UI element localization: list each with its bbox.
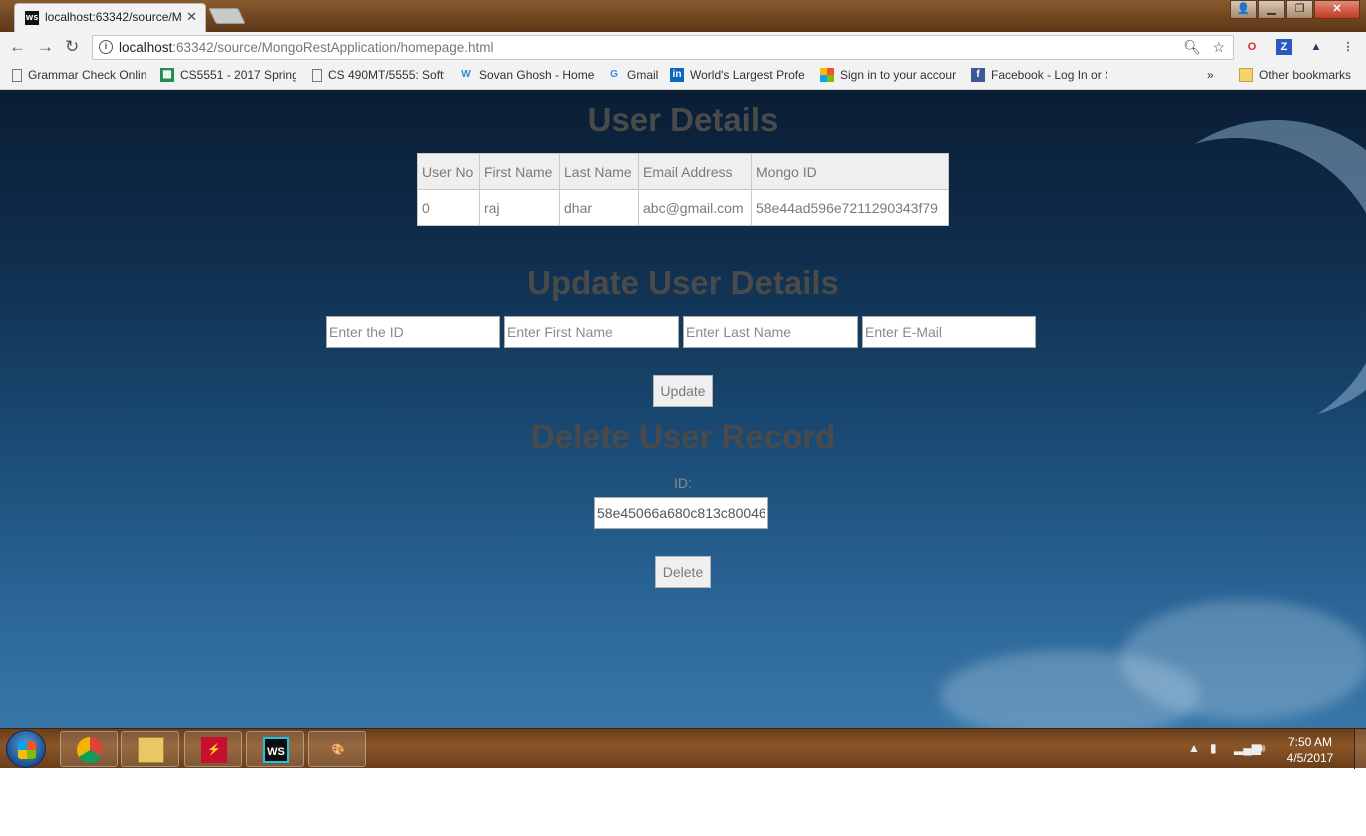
bookmark-grammar-check[interactable]: Grammar Check Onlin: [12, 68, 146, 82]
show-desktop-button[interactable]: [1354, 729, 1366, 769]
address-bar[interactable]: i localhost:63342/source/MongoRestApplic…: [92, 35, 1234, 60]
clock-time: 7:50 AM: [1287, 735, 1333, 749]
forward-arrow-icon[interactable]: →: [37, 37, 54, 57]
bookmark-star-icon[interactable]: ☆: [1212, 39, 1225, 56]
power-icon[interactable]: ▮: [1210, 741, 1217, 755]
update-email-input[interactable]: [862, 316, 1036, 348]
taskbar-webstorm[interactable]: WS: [246, 731, 304, 767]
pdf-app-icon: ⚡: [201, 737, 227, 763]
column-header: Last Name: [559, 153, 639, 190]
bookmark-cs490mt[interactable]: CS 490MT/5555: Softw: [312, 68, 444, 82]
start-button[interactable]: [6, 730, 46, 768]
info-icon[interactable]: i: [99, 40, 113, 54]
google-icon: G: [610, 69, 618, 80]
page-icon: [312, 68, 322, 82]
maximize-button[interactable]: ❐: [1286, 0, 1313, 19]
taskbar-chrome[interactable]: [60, 731, 118, 767]
update-first-name-input[interactable]: [504, 316, 679, 348]
bookmark-microsoft-signin[interactable]: Sign in to your accour: [820, 68, 956, 82]
delete-button[interactable]: Delete: [655, 556, 711, 588]
browser-chrome: WS localhost:63342/source/M ✕ 👤 ▁ ❐ ✕ ← …: [0, 0, 1366, 90]
taskbar-paint[interactable]: 🎨: [308, 731, 366, 767]
windows-logo-icon: [18, 741, 36, 759]
bookmarks-overflow-button[interactable]: »: [1207, 68, 1214, 82]
table-header-row: User No First Name Last Name Email Addre…: [417, 153, 949, 190]
menu-icon[interactable]: ⋮: [1340, 39, 1356, 55]
user-profile-icon[interactable]: 👤: [1230, 0, 1257, 19]
close-window-button[interactable]: ✕: [1314, 0, 1360, 19]
page-viewport: User Details User No First Name Last Nam…: [0, 90, 1366, 728]
update-id-input[interactable]: [326, 316, 500, 348]
bookmark-cs5551[interactable]: ▦ CS5551 - 2017 Spring: [160, 68, 296, 82]
zoom-search-icon[interactable]: 🔍︎: [1183, 39, 1201, 56]
bookmark-sovan-ghosh[interactable]: W Sovan Ghosh - Home: [459, 68, 597, 82]
window-controls: 👤 ▁ ❐ ✕: [1229, 0, 1360, 19]
z-extension-icon[interactable]: Z: [1276, 39, 1292, 55]
bookmark-linkedin[interactable]: in World's Largest Profe: [670, 68, 804, 82]
table-cell: abc@gmail.com: [638, 189, 752, 226]
show-hidden-icons-icon[interactable]: ▲: [1188, 741, 1200, 755]
opera-extension-icon[interactable]: O: [1244, 39, 1260, 55]
webstorm-favicon-icon: WS: [25, 11, 39, 25]
sheets-icon: ▦: [160, 68, 174, 82]
facebook-icon: f: [971, 68, 985, 82]
column-header: User No: [417, 153, 480, 190]
volume-icon[interactable]: 🔊︎: [1258, 741, 1266, 756]
folder-icon: [1239, 68, 1253, 82]
table-cell: 58e44ad596e7211290343f79: [751, 189, 949, 226]
column-header: First Name: [479, 153, 560, 190]
paint-icon: 🎨: [331, 744, 345, 756]
reload-icon[interactable]: ↻: [65, 37, 79, 57]
update-user-heading: Update User Details: [527, 264, 839, 301]
update-button[interactable]: Update: [653, 375, 713, 407]
chrome-icon: [77, 737, 103, 763]
users-table: User No First Name Last Name Email Addre…: [417, 153, 949, 226]
cloud-background: [1120, 600, 1366, 720]
network-icon[interactable]: ▂▄▆: [1234, 741, 1261, 755]
system-clock[interactable]: 7:50 AM 4/5/2017: [1280, 734, 1340, 766]
bookmarks-bar: Grammar Check Onlin ▦ CS5551 - 2017 Spri…: [0, 62, 1366, 90]
new-tab-button[interactable]: [208, 8, 246, 24]
page-icon: [12, 68, 22, 82]
weebly-icon: W: [461, 69, 471, 80]
table-cell: raj: [479, 189, 560, 226]
other-bookmarks[interactable]: Other bookmarks: [1239, 68, 1351, 82]
extension-icon[interactable]: ▲: [1308, 39, 1324, 55]
minimize-button[interactable]: ▁: [1258, 0, 1285, 19]
bookmark-facebook[interactable]: f Facebook - Log In or S: [971, 68, 1107, 82]
column-header: Mongo ID: [751, 153, 949, 190]
tab-strip: WS localhost:63342/source/M ✕ 👤 ▁ ❐ ✕: [0, 0, 1366, 32]
back-arrow-icon[interactable]: ←: [9, 37, 26, 57]
tab-title: localhost:63342/source/M: [45, 10, 182, 24]
close-tab-icon[interactable]: ✕: [186, 9, 197, 25]
url-text: localhost:63342/source/MongoRestApplicat…: [119, 40, 494, 55]
clock-date: 4/5/2017: [1286, 751, 1334, 765]
file-explorer-icon: [138, 737, 164, 763]
delete-id-label: ID:: [674, 475, 692, 491]
column-header: Email Address: [638, 153, 752, 190]
delete-user-heading: Delete User Record: [530, 418, 836, 455]
taskbar: ⚡ WS 🎨 ▲ ▮ ▂▄▆ 🔊︎ 7:50 AM 4/5/2017: [0, 728, 1366, 769]
user-details-heading: User Details: [587, 101, 779, 138]
webstorm-icon: WS: [263, 737, 289, 763]
linkedin-icon: in: [670, 68, 684, 82]
taskbar-pdf-app[interactable]: ⚡: [184, 731, 242, 767]
browser-toolbar: ← → ↻ i localhost:63342/source/MongoRest…: [0, 32, 1366, 62]
microsoft-icon: [820, 68, 834, 82]
table-cell: dhar: [559, 189, 639, 226]
table-row: 0 raj dhar abc@gmail.com 58e44ad596e7211…: [417, 189, 949, 226]
update-last-name-input[interactable]: [683, 316, 858, 348]
browser-tab[interactable]: WS localhost:63342/source/M ✕: [14, 3, 206, 32]
table-cell: 0: [417, 189, 480, 226]
taskbar-file-explorer[interactable]: [121, 731, 179, 767]
bookmark-gmail[interactable]: G Gmail: [607, 68, 663, 82]
delete-id-input[interactable]: [594, 497, 768, 529]
